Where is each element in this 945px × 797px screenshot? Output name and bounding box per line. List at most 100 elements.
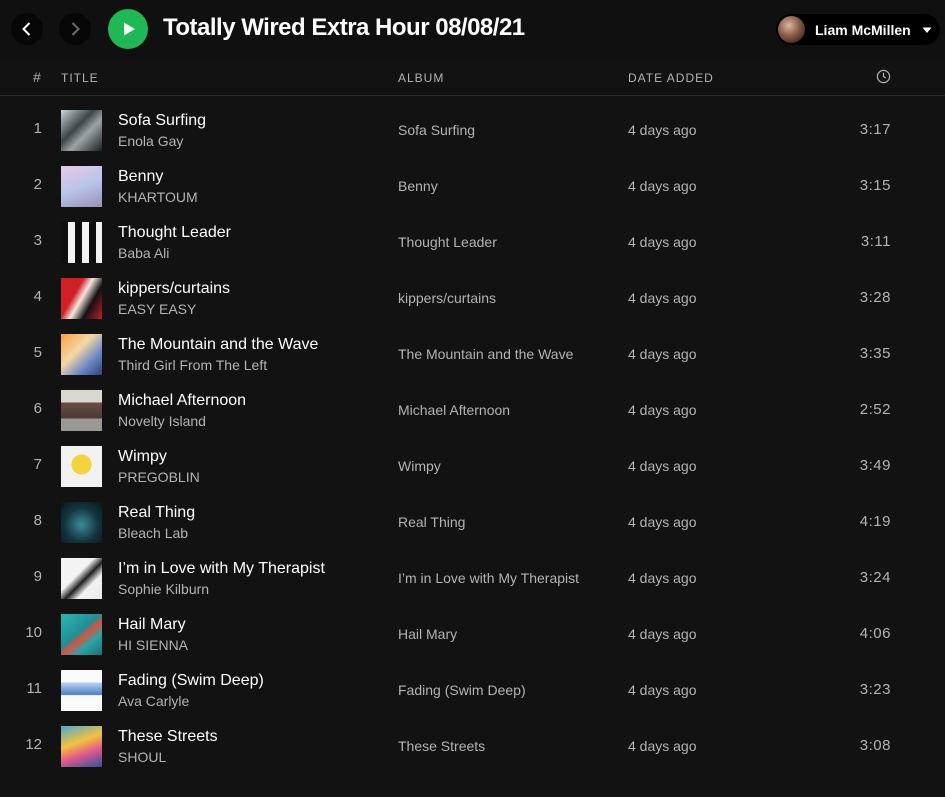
avatar xyxy=(778,16,805,43)
track-title[interactable]: Benny xyxy=(118,168,163,186)
chevron-left-icon xyxy=(22,22,31,36)
track-title[interactable]: Wimpy xyxy=(118,448,167,466)
tracklist-header: # TITLE ALBUM DATE ADDED xyxy=(0,60,945,96)
track-artist[interactable]: PREGOBLIN xyxy=(118,469,200,485)
track-number: 7 xyxy=(33,456,42,473)
column-title[interactable]: TITLE xyxy=(61,71,99,85)
track-number: 5 xyxy=(33,344,42,361)
album-art xyxy=(61,222,102,263)
track-duration: 4:19 xyxy=(859,513,891,530)
track-row[interactable]: 12 These Streets SHOUL These Streets 4 d… xyxy=(0,718,945,774)
track-row[interactable]: 11 Fading (Swim Deep) Ava Carlyle Fading… xyxy=(0,662,945,718)
track-title[interactable]: Fading (Swim Deep) xyxy=(118,672,264,690)
track-number: 1 xyxy=(33,120,42,137)
album-art xyxy=(61,670,102,711)
track-album[interactable]: These Streets xyxy=(398,738,485,754)
track-album[interactable]: Michael Afternoon xyxy=(398,402,510,418)
track-row[interactable]: 7 Wimpy PREGOBLIN Wimpy 4 days ago 3:49 xyxy=(0,438,945,494)
clock-icon[interactable] xyxy=(876,69,891,84)
track-duration: 3:28 xyxy=(859,289,891,306)
track-artist[interactable]: Novelty Island xyxy=(118,413,206,429)
track-title[interactable]: The Mountain and the Wave xyxy=(118,336,318,354)
track-album[interactable]: Fading (Swim Deep) xyxy=(398,682,526,698)
track-title[interactable]: kippers/curtains xyxy=(118,280,230,298)
user-name: Liam McMillen xyxy=(815,21,911,38)
column-album[interactable]: ALBUM xyxy=(398,71,444,85)
album-art xyxy=(61,726,102,767)
track-duration: 3:35 xyxy=(859,345,891,362)
date-added: 4 days ago xyxy=(628,402,697,418)
album-art xyxy=(61,110,102,151)
album-art xyxy=(61,278,102,319)
track-album[interactable]: Sofa Surfing xyxy=(398,122,475,138)
back-button[interactable] xyxy=(11,13,43,45)
track-album[interactable]: I’m in Love with My Therapist xyxy=(398,570,579,586)
track-duration: 4:06 xyxy=(859,625,891,642)
track-artist[interactable]: Baba Ali xyxy=(118,245,169,261)
track-row[interactable]: 1 Sofa Surfing Enola Gay Sofa Surfing 4 … xyxy=(0,102,945,158)
track-artist[interactable]: Ava Carlyle xyxy=(118,693,189,709)
play-icon xyxy=(124,22,135,36)
album-art xyxy=(61,166,102,207)
track-row[interactable]: 10 Hail Mary HI SIENNA Hail Mary 4 days … xyxy=(0,606,945,662)
track-artist[interactable]: Bleach Lab xyxy=(118,525,188,541)
forward-button[interactable] xyxy=(59,13,91,45)
track-album[interactable]: The Mountain and the Wave xyxy=(398,346,573,362)
track-title[interactable]: Real Thing xyxy=(118,504,195,522)
track-duration: 3:17 xyxy=(859,121,891,138)
track-artist[interactable]: Third Girl From The Left xyxy=(118,357,267,373)
track-artist[interactable]: Enola Gay xyxy=(118,133,183,149)
track-title[interactable]: These Streets xyxy=(118,728,218,746)
track-duration: 3:08 xyxy=(859,737,891,754)
track-row[interactable]: 8 Real Thing Bleach Lab Real Thing 4 day… xyxy=(0,494,945,550)
date-added: 4 days ago xyxy=(628,290,697,306)
date-added: 4 days ago xyxy=(628,738,697,754)
track-number: 9 xyxy=(33,568,42,585)
album-art xyxy=(61,334,102,375)
album-art xyxy=(61,614,102,655)
track-title[interactable]: Thought Leader xyxy=(118,224,231,242)
track-number: 11 xyxy=(26,680,42,697)
track-number: 6 xyxy=(33,400,42,417)
track-duration: 3:49 xyxy=(859,457,891,474)
date-added: 4 days ago xyxy=(628,178,697,194)
date-added: 4 days ago xyxy=(628,626,697,642)
user-menu-button[interactable]: Liam McMillen xyxy=(776,14,940,45)
track-title[interactable]: I’m in Love with My Therapist xyxy=(118,560,325,578)
track-row[interactable]: 9 I’m in Love with My Therapist Sophie K… xyxy=(0,550,945,606)
track-duration: 3:15 xyxy=(859,177,891,194)
track-artist[interactable]: HI SIENNA xyxy=(118,637,188,653)
track-album[interactable]: Real Thing xyxy=(398,514,465,530)
track-number: 4 xyxy=(33,288,42,305)
track-row[interactable]: 6 Michael Afternoon Novelty Island Micha… xyxy=(0,382,945,438)
track-album[interactable]: Thought Leader xyxy=(398,234,497,250)
date-added: 4 days ago xyxy=(628,458,697,474)
track-row[interactable]: 3 Thought Leader Baba Ali Thought Leader… xyxy=(0,214,945,270)
playlist-title: Totally Wired Extra Hour 08/08/21 xyxy=(163,14,525,41)
track-artist[interactable]: Sophie Kilburn xyxy=(118,581,209,597)
track-album[interactable]: Wimpy xyxy=(398,458,441,474)
track-title[interactable]: Michael Afternoon xyxy=(118,392,246,410)
track-album[interactable]: Benny xyxy=(398,178,438,194)
track-number: 3 xyxy=(33,232,42,249)
column-date-added[interactable]: DATE ADDED xyxy=(628,71,714,85)
date-added: 4 days ago xyxy=(628,122,697,138)
track-album[interactable]: kippers/curtains xyxy=(398,290,496,306)
track-title[interactable]: Sofa Surfing xyxy=(118,112,206,130)
track-artist[interactable]: KHARTOUM xyxy=(118,189,198,205)
track-row[interactable]: 2 Benny KHARTOUM Benny 4 days ago 3:15 xyxy=(0,158,945,214)
album-art xyxy=(61,390,102,431)
track-title[interactable]: Hail Mary xyxy=(118,616,186,634)
top-bar: Totally Wired Extra Hour 08/08/21 Liam M… xyxy=(0,0,945,60)
track-album[interactable]: Hail Mary xyxy=(398,626,457,642)
date-added: 4 days ago xyxy=(628,346,697,362)
track-artist[interactable]: SHOUL xyxy=(118,749,166,765)
chevron-right-icon xyxy=(71,22,80,36)
track-number: 2 xyxy=(33,176,42,193)
play-button[interactable] xyxy=(108,9,148,49)
track-row[interactable]: 5 The Mountain and the Wave Third Girl F… xyxy=(0,326,945,382)
track-duration: 3:23 xyxy=(859,681,891,698)
track-row[interactable]: 4 kippers/curtains EASY EASY kippers/cur… xyxy=(0,270,945,326)
track-artist[interactable]: EASY EASY xyxy=(118,301,196,317)
date-added: 4 days ago xyxy=(628,570,697,586)
